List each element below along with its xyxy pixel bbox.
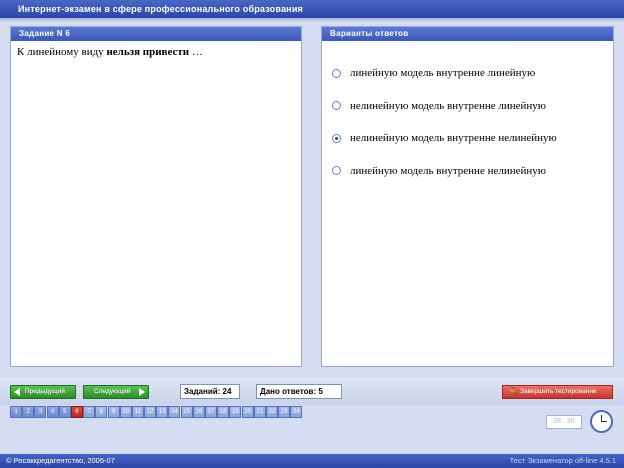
arrow-left-icon [14, 388, 20, 396]
task-number-9[interactable]: 9 [107, 406, 120, 418]
task-number-20[interactable]: 20 [241, 406, 254, 418]
task-number-5[interactable]: 5 [58, 406, 71, 418]
task-number-10[interactable]: 10 [119, 406, 132, 418]
copyright-text: © Росаккредагентство, 2005-07 [6, 456, 115, 465]
timer-display: 28 : 30 [546, 415, 582, 429]
status-bar: © Росаккредагентство, 2005-07 Тест Экзам… [0, 454, 624, 468]
version-text: Тест Экзаменатор off-line 4.5.1 [509, 456, 616, 465]
task-number-13[interactable]: 13 [156, 406, 169, 418]
radio-button-4[interactable] [332, 166, 341, 176]
clock-icon [590, 410, 613, 433]
question-text-bold: нельзя привести [106, 46, 190, 58]
question-text-prefix: К линейному виду [17, 46, 107, 58]
answers-given-count: Дано ответов: 5 [256, 384, 342, 399]
task-number-6[interactable]: 6 [70, 406, 83, 418]
task-number-2[interactable]: 2 [22, 406, 35, 418]
question-header: Задание N 6 [11, 27, 301, 41]
task-number-7[interactable]: 7 [83, 406, 96, 418]
task-number-24[interactable]: 24 [290, 406, 303, 418]
next-button-label: Следующий [94, 388, 131, 395]
task-number-21[interactable]: 21 [253, 406, 266, 418]
task-number-15[interactable]: 15 [180, 406, 193, 418]
question-text: К линейному виду нельзя привести … [11, 41, 301, 63]
task-number-11[interactable]: 11 [131, 406, 144, 418]
running-man-icon: 🏃 [507, 387, 519, 397]
prev-button-label: Предыдущий [25, 388, 65, 395]
question-panel: Задание N 6 К линейному виду нельзя прив… [10, 26, 302, 367]
task-number-12[interactable]: 12 [144, 406, 157, 418]
answer-label-3: нелинейную модель внутренне нелинейную [350, 132, 557, 145]
task-number-strip: 1 2 3 4 5 6 7 8 9 10 11 12 13 14 15 16 17 18 19 20 21 22 23 24 [10, 406, 303, 418]
answer-label-4: линейную модель внутренне нелинейную [350, 164, 546, 177]
answer-option-2[interactable]: нелинейную модель внутренне линейную [322, 90, 613, 123]
answer-option-1[interactable]: линейную модель внутренне линейную [322, 57, 613, 90]
finish-test-button[interactable]: 🏃 Завершить тестирование [502, 385, 613, 399]
task-number-1[interactable]: 1 [10, 406, 22, 418]
answer-option-4[interactable]: линейную модель внутренне нелинейную [322, 155, 613, 188]
answer-option-3[interactable]: нелинейную модель внутренне нелинейную [322, 122, 613, 155]
task-number-16[interactable]: 16 [192, 406, 205, 418]
task-number-8[interactable]: 8 [95, 406, 108, 418]
finish-test-label: Завершить тестирование [520, 388, 597, 395]
task-number-19[interactable]: 19 [229, 406, 242, 418]
window-title: Интернет-экзамен в сфере профессионально… [0, 0, 624, 18]
answers-header: Варианты ответов [322, 27, 613, 41]
task-number-14[interactable]: 14 [168, 406, 181, 418]
task-number-22[interactable]: 22 [265, 406, 278, 418]
task-number-18[interactable]: 18 [217, 406, 230, 418]
radio-button-3[interactable] [332, 133, 341, 143]
task-number-4[interactable]: 4 [46, 406, 59, 418]
next-button[interactable]: Следующий [83, 385, 149, 399]
question-text-suffix: … [189, 46, 203, 58]
task-number-3[interactable]: 3 [34, 406, 47, 418]
answer-label-2: нелинейную модель внутренне линейную [350, 99, 546, 112]
radio-button-2[interactable] [332, 101, 341, 111]
title-shadow [0, 18, 624, 22]
task-number-23[interactable]: 23 [278, 406, 291, 418]
prev-button[interactable]: Предыдущий [10, 385, 76, 399]
tasks-count: Заданий: 24 [180, 384, 240, 399]
arrow-right-icon [139, 388, 145, 396]
answers-panel: Варианты ответов линейную модель внутрен… [321, 26, 614, 367]
task-number-17[interactable]: 17 [205, 406, 217, 418]
answer-label-1: линейную модель внутренне линейную [350, 67, 536, 80]
radio-button-1[interactable] [332, 68, 341, 78]
answer-options: линейную модель внутренне линейную нелин… [322, 41, 613, 187]
